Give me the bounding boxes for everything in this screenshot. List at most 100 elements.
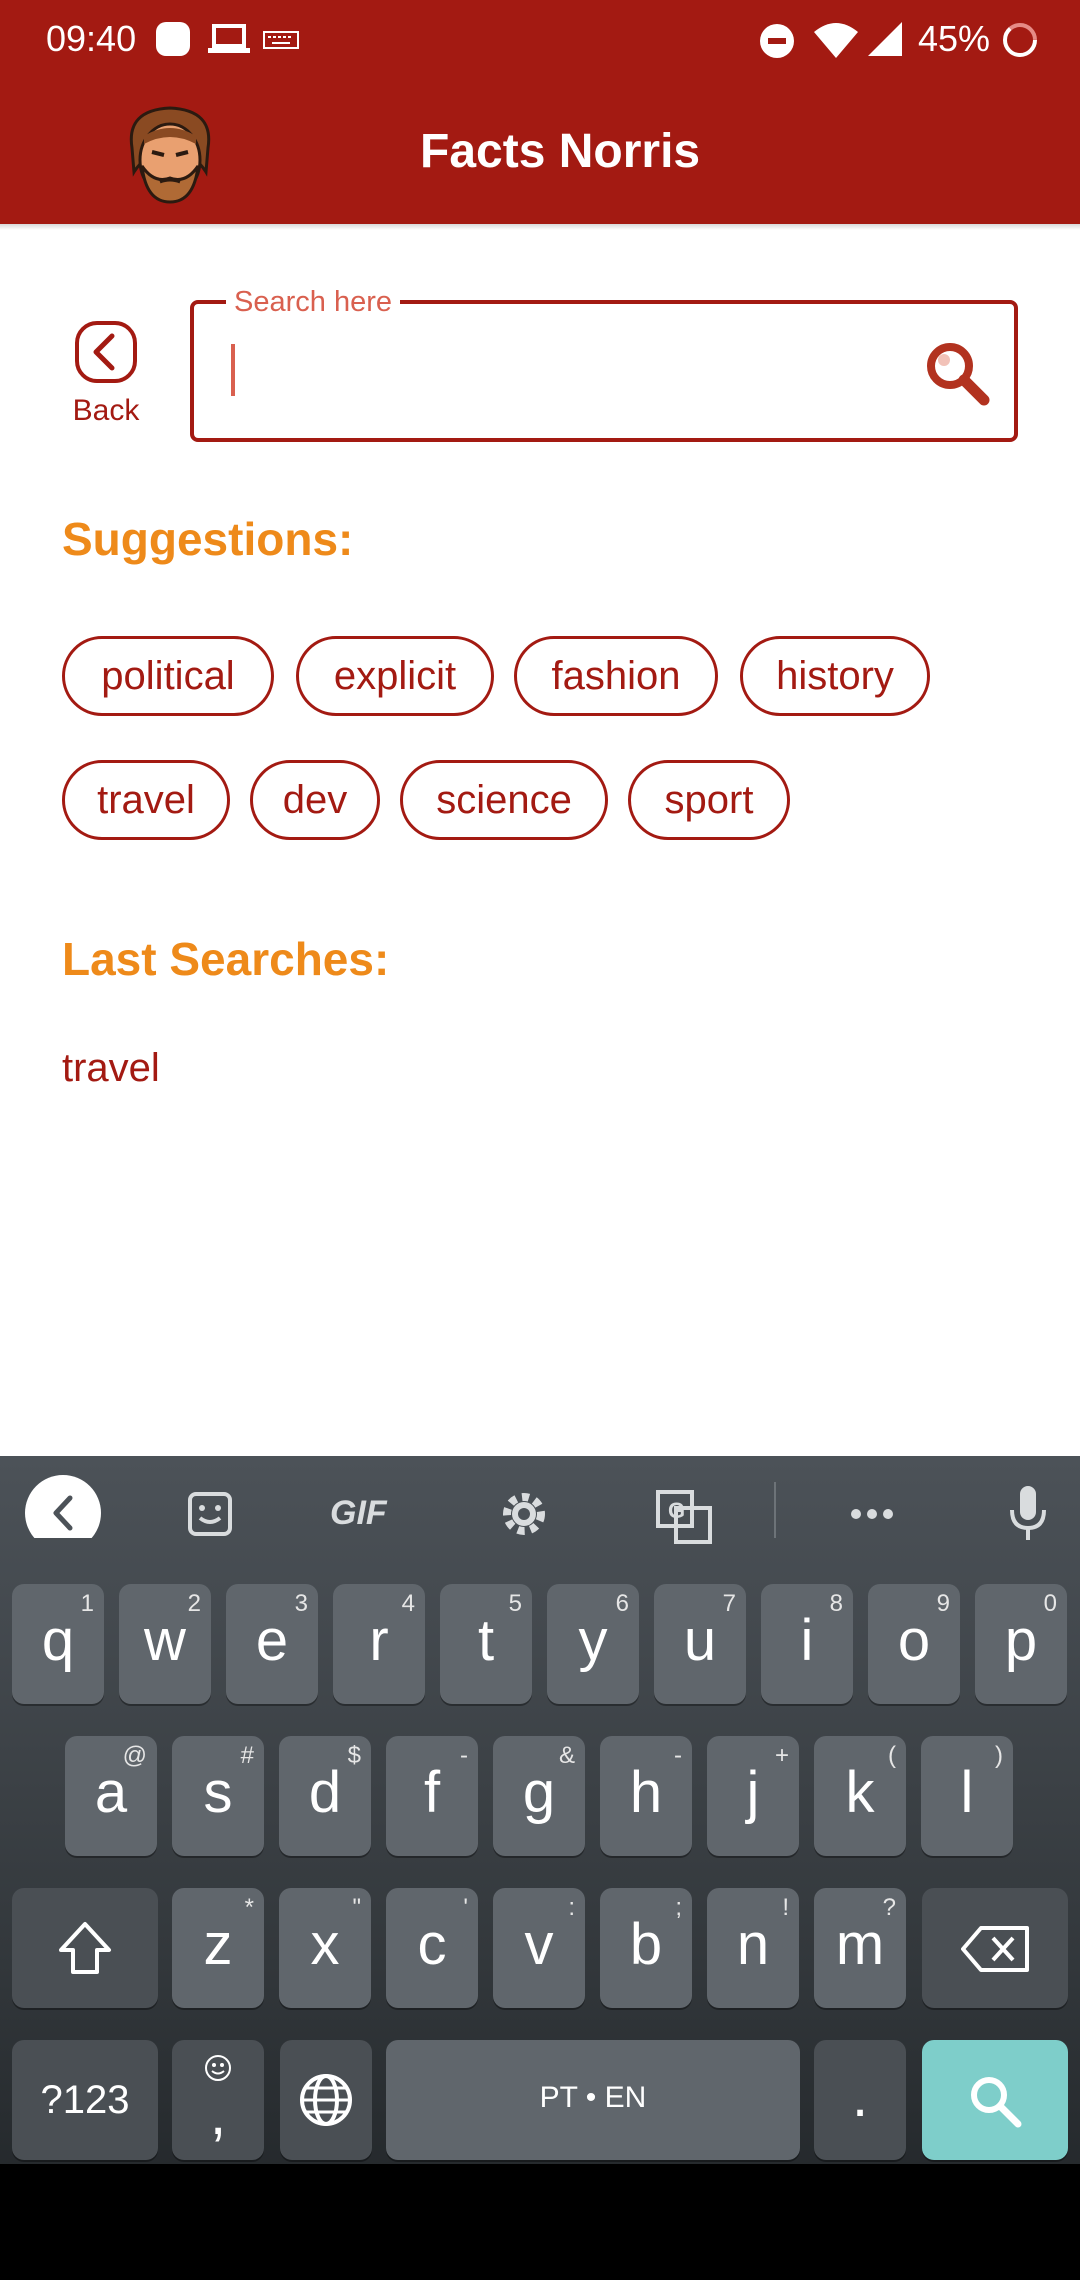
key-secondary: -: [460, 1742, 468, 1769]
back-label: Back: [72, 394, 140, 427]
key-secondary: :: [568, 1894, 575, 1921]
navigation-bar-area: [0, 2164, 1080, 2280]
suggestion-chip[interactable]: fashion: [514, 636, 718, 716]
key-v[interactable]: v:: [493, 1888, 585, 2008]
shift-icon: [59, 1922, 111, 1974]
key-secondary: @: [122, 1742, 147, 1769]
period-key[interactable]: .: [814, 2040, 906, 2160]
key-m[interactable]: m?: [814, 1888, 906, 2008]
suggestion-chip[interactable]: history: [740, 636, 930, 716]
key-u[interactable]: u7: [654, 1584, 746, 1704]
key-e[interactable]: e3: [226, 1584, 318, 1704]
key-secondary: ?: [882, 1894, 896, 1921]
back-button[interactable]: Back: [60, 318, 152, 432]
key-z[interactable]: z *: [172, 1888, 264, 2008]
key-l[interactable]: l): [921, 1736, 1013, 1856]
microphone-icon[interactable]: [1006, 1482, 1050, 1546]
search-label: Search here: [226, 286, 400, 319]
more-options-icon[interactable]: [846, 1482, 900, 1546]
screen: 09:40 45% Facts Norris Back Search here …: [0, 0, 1080, 2280]
key-h[interactable]: h-: [600, 1736, 692, 1856]
translate-icon[interactable]: G: [654, 1482, 714, 1546]
key-f[interactable]: f-: [386, 1736, 478, 1856]
app-title: Facts Norris: [420, 125, 701, 178]
emoji-icon: [205, 2055, 231, 2081]
key-s[interactable]: s #: [172, 1736, 264, 1856]
key-secondary: 4: [401, 1590, 415, 1617]
key-c[interactable]: c ': [386, 1888, 478, 2008]
search-enter-key[interactable]: [922, 2040, 1068, 2160]
gear-icon[interactable]: [496, 1482, 552, 1546]
emoji-comma-key[interactable]: ,: [172, 2040, 264, 2160]
last-searches-title: Last Searches:: [62, 933, 390, 985]
collapse-toolbar-button[interactable]: [24, 1474, 102, 1538]
key-secondary: !: [782, 1894, 789, 1921]
key-q[interactable]: q1: [12, 1584, 104, 1704]
backspace-key[interactable]: [922, 1888, 1068, 2008]
search-icon[interactable]: [924, 340, 990, 406]
sticker-icon[interactable]: [184, 1482, 238, 1546]
do-not-disturb-icon: [760, 24, 794, 58]
shift-key[interactable]: [12, 1888, 158, 2008]
key-secondary: *: [244, 1894, 254, 1921]
key-secondary: 1: [80, 1590, 94, 1617]
signal-icon: [868, 22, 902, 56]
search-input[interactable]: [230, 330, 910, 410]
search-icon: [971, 2077, 1022, 2128]
key-t[interactable]: t5: [440, 1584, 532, 1704]
suggestion-chip[interactable]: political: [62, 636, 274, 716]
key-secondary: &: [558, 1742, 575, 1769]
keyboard-toolbar: GIF G: [0, 1456, 1080, 1572]
battery-percent: 45%: [918, 18, 991, 59]
key-b[interactable]: b;: [600, 1888, 692, 2008]
key-secondary: 2: [187, 1590, 201, 1617]
space-key-label: PT • EN: [539, 2081, 647, 2114]
suggestion-chip[interactable]: dev: [250, 760, 380, 840]
key-secondary: -: [674, 1742, 682, 1769]
key-i[interactable]: i8: [761, 1584, 853, 1704]
suggestion-chip[interactable]: travel: [62, 760, 230, 840]
app-bar: Facts Norris: [0, 80, 1080, 224]
key-secondary: (: [888, 1742, 896, 1769]
comma-label: ,: [209, 2082, 227, 2147]
key-n[interactable]: n!: [707, 1888, 799, 2008]
key-secondary: ): [995, 1742, 1003, 1769]
period-label: .: [851, 2064, 869, 2129]
backspace-icon: [961, 1926, 1029, 1972]
key-k[interactable]: k(: [814, 1736, 906, 1856]
app-bar-shadow: [0, 224, 1080, 230]
gif-button[interactable]: GIF: [330, 1494, 387, 1558]
key-secondary: ;: [675, 1894, 682, 1921]
keyboard-status-icon: [263, 31, 299, 49]
key-x[interactable]: x ": [279, 1888, 371, 2008]
key-o[interactable]: o9: [868, 1584, 960, 1704]
notification-app-icon: [156, 22, 190, 56]
key-y[interactable]: y6: [547, 1584, 639, 1704]
svg-text:G: G: [668, 1498, 685, 1523]
key-j[interactable]: j +: [707, 1736, 799, 1856]
symbols-key-label: ?123: [40, 2078, 130, 2122]
last-search-item[interactable]: travel: [62, 1046, 160, 1091]
language-key[interactable]: [280, 2040, 372, 2160]
key-r[interactable]: r4: [333, 1584, 425, 1704]
key-secondary: #: [240, 1742, 254, 1769]
symbols-key[interactable]: ?123: [12, 2040, 158, 2160]
app-header: 09:40 45% Facts Norris: [0, 0, 1080, 224]
suggestion-chip[interactable]: science: [400, 760, 608, 840]
key-secondary: 5: [508, 1590, 522, 1617]
key-secondary: 6: [615, 1590, 629, 1617]
suggestion-chip[interactable]: sport: [628, 760, 790, 840]
key-secondary: 9: [936, 1590, 950, 1617]
key-d[interactable]: d $: [279, 1736, 371, 1856]
suggestions-title: Suggestions:: [62, 513, 354, 565]
space-key[interactable]: PT • EN: [386, 2040, 800, 2160]
key-w[interactable]: w2: [119, 1584, 211, 1704]
key-secondary: 8: [829, 1590, 843, 1617]
key-secondary: ": [352, 1894, 361, 1921]
suggestion-chip[interactable]: explicit: [296, 636, 494, 716]
key-g[interactable]: g &: [493, 1736, 585, 1856]
key-secondary: 3: [294, 1590, 308, 1617]
key-p[interactable]: p0: [975, 1584, 1067, 1704]
status-bar: 09:40 45%: [0, 0, 1080, 80]
key-a[interactable]: a @: [65, 1736, 157, 1856]
